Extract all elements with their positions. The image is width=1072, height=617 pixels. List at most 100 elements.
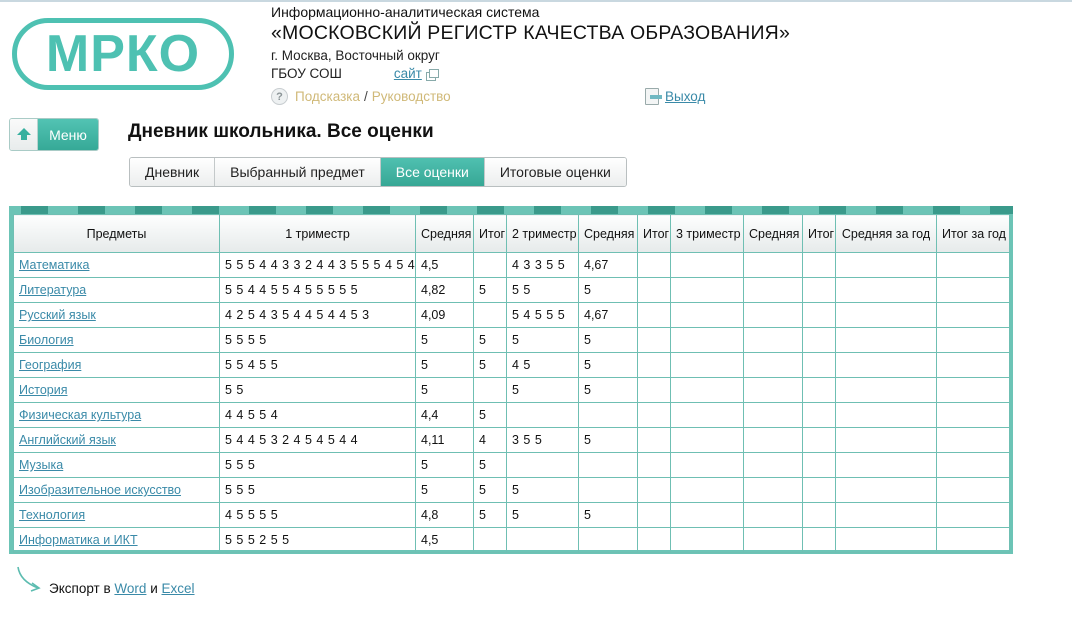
grade-cell — [743, 502, 803, 528]
grade-cell: 5 — [473, 502, 507, 528]
grade-cell: 5 5 5 4 4 3 3 2 4 4 3 5 5 5 4 5 4 — [219, 252, 416, 278]
export-conj: и — [150, 581, 158, 596]
grade-cell: 5 5 — [219, 377, 416, 403]
help-icon[interactable]: ? — [271, 88, 288, 105]
export-word-link[interactable]: Word — [114, 581, 146, 596]
grade-cell — [670, 427, 744, 453]
menu-button-label[interactable]: Меню — [38, 119, 98, 150]
help-links: ? Подсказка / Руководство — [271, 88, 451, 105]
grade-cell — [473, 377, 507, 403]
grade-cell — [835, 527, 937, 553]
grade-cell — [802, 352, 836, 378]
subject-cell[interactable]: География — [13, 352, 220, 378]
grade-cell — [835, 377, 937, 403]
table-row: География 5 5 4 5 5554 55 — [13, 352, 1010, 378]
hint-link[interactable]: Подсказка — [295, 89, 360, 104]
subject-link[interactable]: История — [19, 383, 67, 397]
subject-cell[interactable]: Информатика и ИКТ — [13, 527, 220, 553]
grade-cell — [936, 502, 1010, 528]
table-row: История 5 5555 — [13, 377, 1010, 403]
grade-cell: 5 4 4 5 3 2 4 5 4 5 4 4 — [219, 427, 416, 453]
grades-table-container: Предметы 1 триместр Средняя Итог 2 триместр С… — [9, 206, 1013, 554]
subject-link[interactable]: Русский язык — [19, 308, 96, 322]
logout[interactable]: Выход — [645, 88, 705, 105]
grade-cell — [637, 352, 671, 378]
region-label: г. Москва, Восточный округ — [271, 48, 440, 63]
grade-cell — [802, 327, 836, 353]
view-tabs: Дневник Выбранный предмет Все оценки Ито… — [129, 157, 627, 187]
table-row: Музыка 5 5 555 — [13, 452, 1010, 478]
grade-cell: 5 — [578, 377, 638, 403]
grade-cell — [802, 252, 836, 278]
grade-cell — [743, 527, 803, 553]
tab-diary[interactable]: Дневник — [130, 158, 216, 186]
grade-cell: 4,4 — [415, 402, 474, 428]
guide-link[interactable]: Руководство — [372, 89, 451, 104]
subject-cell[interactable]: Английский язык — [13, 427, 220, 453]
grade-cell: 5 5 5 5 — [219, 327, 416, 353]
grade-cell: 4,67 — [578, 252, 638, 278]
grade-cell — [743, 427, 803, 453]
school-site-link[interactable]: сайт — [394, 65, 422, 83]
subject-link[interactable]: Изобразительное искусство — [19, 483, 181, 497]
subject-link[interactable]: Информатика и ИКТ — [19, 533, 138, 547]
grade-cell — [743, 377, 803, 403]
subject-link[interactable]: Литература — [19, 283, 86, 297]
grade-cell: 5 4 5 5 5 — [506, 302, 579, 328]
page-title: Дневник школьника. Все оценки — [128, 121, 434, 142]
grade-cell — [936, 277, 1010, 303]
subject-link[interactable]: Биология — [19, 333, 74, 347]
export-excel-link[interactable]: Excel — [162, 581, 195, 596]
site-header: Информационно-аналитическая система «МОС… — [271, 4, 790, 83]
subject-link[interactable]: Физическая культура — [19, 408, 141, 422]
subject-cell[interactable]: Русский язык — [13, 302, 220, 328]
subject-cell[interactable]: Технология — [13, 502, 220, 528]
logout-link[interactable]: Выход — [665, 89, 705, 104]
grade-cell — [936, 352, 1010, 378]
tab-all-grades[interactable]: Все оценки — [380, 158, 485, 186]
subject-link[interactable]: Музыка — [19, 458, 63, 472]
subject-link[interactable]: География — [19, 358, 81, 372]
grade-cell — [670, 527, 744, 553]
grade-cell — [506, 452, 579, 478]
grade-cell: 4,82 — [415, 277, 474, 303]
grade-cell — [637, 452, 671, 478]
curved-arrow-icon — [17, 566, 41, 592]
arrow-up-icon[interactable] — [10, 119, 38, 150]
grade-cell: 5 — [473, 327, 507, 353]
grade-cell: 5 — [578, 277, 638, 303]
export-prefix: Экспорт в — [49, 581, 111, 596]
table-row: Английский язык 5 4 4 5 3 2 4 5 4 5 4 4 4,… — [13, 427, 1010, 453]
column-header: Итог за год — [936, 214, 1010, 253]
grade-cell — [637, 252, 671, 278]
grade-cell — [670, 377, 744, 403]
grade-cell — [936, 477, 1010, 503]
tab-selected-subject[interactable]: Выбранный предмет — [215, 158, 381, 186]
subject-cell[interactable]: Изобразительное искусство — [13, 477, 220, 503]
grade-cell — [743, 252, 803, 278]
subject-cell[interactable]: Биология — [13, 327, 220, 353]
subject-link[interactable]: Математика — [19, 258, 89, 272]
grade-cell — [936, 527, 1010, 553]
column-header: Средняя за год — [835, 214, 937, 253]
school-row: ГБОУ СОШ сайт — [271, 65, 790, 83]
subject-cell[interactable]: История — [13, 377, 220, 403]
mrko-logo[interactable]: МРКО — [12, 18, 234, 90]
grade-cell — [670, 327, 744, 353]
subject-cell[interactable]: Музыка — [13, 452, 220, 478]
subject-link[interactable]: Технология — [19, 508, 85, 522]
menu-button[interactable]: Меню — [9, 118, 99, 151]
grade-cell: 4,11 — [415, 427, 474, 453]
subject-cell[interactable]: Литература — [13, 277, 220, 303]
grade-cell — [835, 402, 937, 428]
tab-final-grades[interactable]: Итоговые оценки — [484, 158, 626, 186]
subject-cell[interactable]: Физическая культура — [13, 402, 220, 428]
grade-cell — [802, 427, 836, 453]
grade-cell — [637, 477, 671, 503]
subject-link[interactable]: Английский язык — [19, 433, 116, 447]
grade-cell — [835, 427, 937, 453]
column-header: Средняя — [578, 214, 638, 253]
subject-cell[interactable]: Математика — [13, 252, 220, 278]
grade-cell — [936, 452, 1010, 478]
grade-cell — [637, 402, 671, 428]
